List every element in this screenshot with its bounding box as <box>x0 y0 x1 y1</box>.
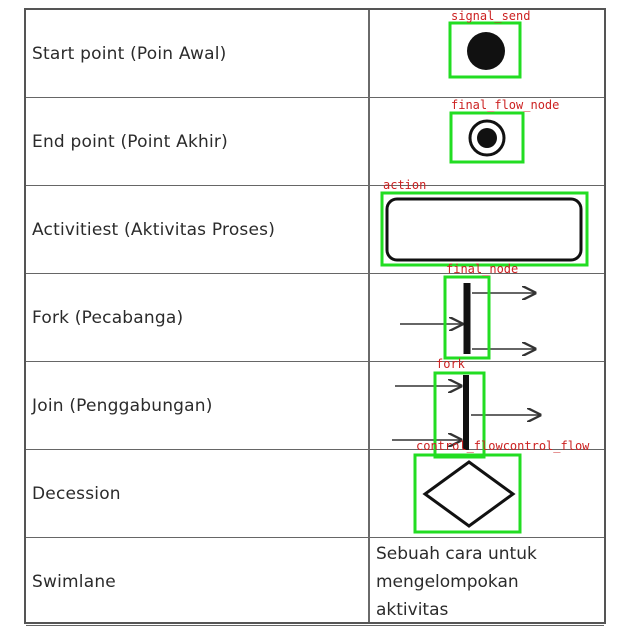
row-end-point: End point (Point Akhir) <box>26 98 604 186</box>
desc-line: Sebuah cara untuk <box>376 544 537 564</box>
symbol-table: Start point (Poin Awal) End point (Point… <box>24 8 606 626</box>
row-join: Join (Penggabungan) <box>26 362 604 450</box>
row-label: Activitiest (Aktivitas Proses) <box>32 220 276 240</box>
row-label: End point (Point Akhir) <box>32 132 228 152</box>
row-label: Decession <box>32 484 121 504</box>
row-activities: Activitiest (Aktivitas Proses) <box>26 186 604 274</box>
row-label: Start point (Poin Awal) <box>32 44 227 64</box>
row-label: Swimlane <box>32 572 116 592</box>
desc-line: mengelompokan <box>376 572 519 592</box>
swimlane-description: Sebuah cara untuk mengelompokan aktivita… <box>376 538 606 626</box>
row-label: Fork (Pecabanga) <box>32 308 184 328</box>
row-decision: Decession <box>26 450 604 538</box>
column-divider <box>368 10 370 622</box>
row-start-point: Start point (Poin Awal) <box>26 10 604 98</box>
row-fork: Fork (Pecabanga) <box>26 274 604 362</box>
row-swimlane: Swimlane Sebuah cara untuk mengelompokan… <box>26 538 604 626</box>
row-label: Join (Penggabungan) <box>32 396 213 416</box>
desc-line: aktivitas <box>376 600 449 620</box>
